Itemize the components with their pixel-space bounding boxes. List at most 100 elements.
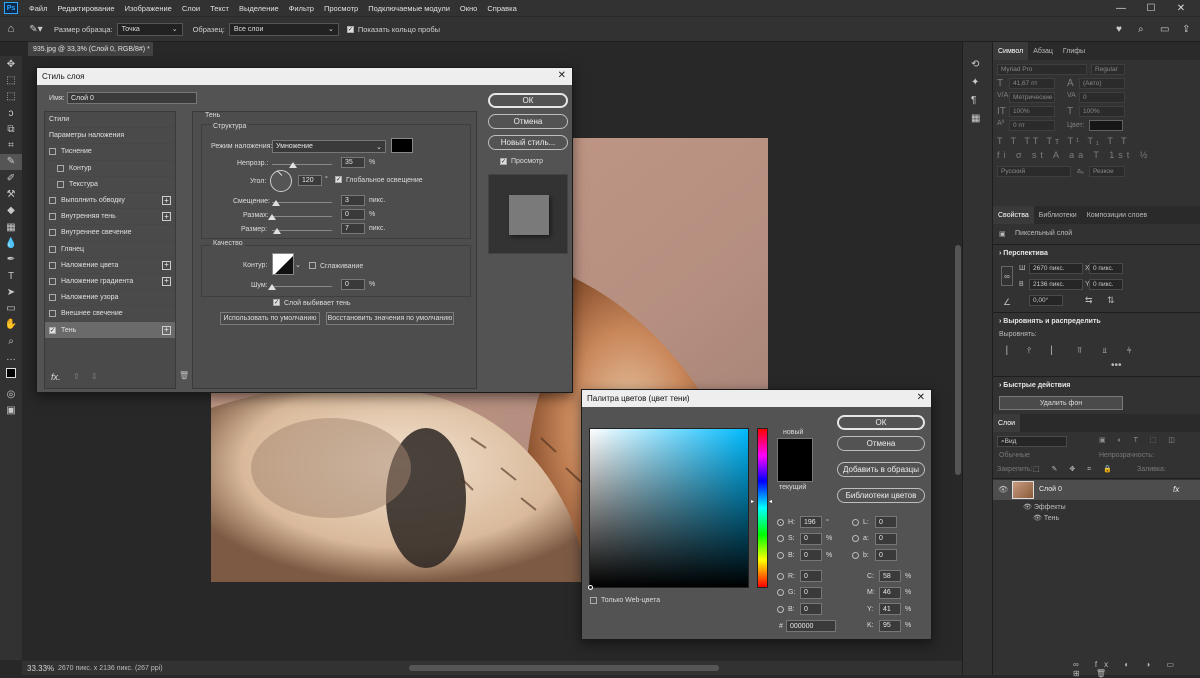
- shadow-effect-row[interactable]: 👁 Тень: [1033, 514, 1059, 522]
- cancel-button[interactable]: Отмена: [837, 436, 925, 451]
- leading-field[interactable]: (Авто): [1079, 78, 1125, 89]
- vertical-scrollbar[interactable]: [955, 245, 961, 475]
- style-item-checkbox[interactable]: [49, 261, 56, 269]
- add-style-icon[interactable]: +: [162, 196, 171, 206]
- menu-item[interactable]: Справка: [482, 4, 521, 13]
- spread-field[interactable]: 0: [341, 209, 365, 220]
- size-field[interactable]: 7: [341, 223, 365, 234]
- artboard-tool-icon[interactable]: ⬚: [0, 72, 22, 88]
- stamp-tool-icon[interactable]: ⚒: [0, 186, 22, 202]
- crop-tool-icon[interactable]: ⌗: [0, 137, 22, 153]
- home-icon[interactable]: ⌂: [0, 23, 22, 35]
- sample-size-select[interactable]: Точка ⌄: [116, 22, 183, 36]
- tab-paragraph[interactable]: Абзац: [1028, 42, 1058, 60]
- style-item[interactable]: Текстура: [45, 177, 175, 193]
- style-item-checkbox[interactable]: [57, 180, 64, 188]
- minimize-icon[interactable]: —: [1106, 0, 1136, 16]
- quick-mask-icon[interactable]: ◎: [0, 386, 22, 402]
- effects-row[interactable]: 👁 Эффекты: [1023, 503, 1066, 511]
- tab-character[interactable]: Символ: [993, 42, 1029, 60]
- history-icon[interactable]: ⟲: [971, 56, 992, 74]
- lab-radio[interactable]: [852, 535, 859, 543]
- shadow-color-swatch[interactable]: [391, 138, 413, 153]
- style-item-checkbox[interactable]: [49, 213, 56, 221]
- style-item-checkbox[interactable]: ✓: [49, 326, 56, 334]
- reset-default-button[interactable]: Восстановить значения по умолчанию: [326, 312, 454, 325]
- styles-header[interactable]: Стили: [45, 112, 175, 129]
- style-item-checkbox[interactable]: [57, 164, 64, 172]
- color-libraries-button[interactable]: Библиотеки цветов: [837, 488, 925, 503]
- add-style-icon[interactable]: +: [162, 260, 171, 270]
- path-select-tool-icon[interactable]: ➤: [0, 284, 22, 300]
- more-tools-icon[interactable]: …: [0, 349, 22, 365]
- hue-slider[interactable]: [757, 428, 768, 588]
- search-icon[interactable]: ⌕: [1138, 24, 1144, 35]
- eye-icon[interactable]: 👁: [998, 485, 1008, 494]
- style-item[interactable]: Наложение цвета +: [45, 258, 175, 274]
- opentype-buttons[interactable]: fi σ st A aa T 1st ½: [997, 150, 1151, 160]
- grid-icon[interactable]: ▦: [971, 110, 992, 128]
- spread-slider[interactable]: [272, 216, 332, 217]
- rgb-radio[interactable]: [777, 589, 784, 597]
- cmyk-field[interactable]: 58: [879, 570, 901, 583]
- flip-buttons[interactable]: ⇆ ⇅: [1085, 295, 1121, 306]
- new-style-button[interactable]: Новый стиль...: [488, 135, 568, 150]
- style-item[interactable]: Внутреннее свечение: [45, 225, 175, 242]
- horizontal-scale-field[interactable]: 100%: [1079, 106, 1125, 117]
- link-icon[interactable]: ∞: [1001, 266, 1013, 286]
- fx-icon[interactable]: fx: [1173, 485, 1179, 494]
- blend-mode-select[interactable]: Обычные: [999, 452, 1030, 459]
- eyedropper-tool-icon[interactable]: ✎: [0, 153, 22, 171]
- remove-background-button[interactable]: Удалить фон: [999, 396, 1123, 410]
- show-ring-checkbox[interactable]: ✓: [346, 25, 354, 33]
- shape-tool-icon[interactable]: ▭: [0, 300, 22, 316]
- object-select-tool-icon[interactable]: ⧉: [0, 121, 22, 137]
- layers-bottom-buttons[interactable]: ∞ fx ◐ ◑ ▭ ⊞ 🗑: [1073, 660, 1200, 678]
- menu-item[interactable]: Текст: [205, 4, 234, 13]
- add-style-icon[interactable]: +: [162, 276, 171, 286]
- fx-menu-button[interactable]: fx.: [51, 372, 61, 382]
- rgb-radio[interactable]: [777, 572, 784, 580]
- tab-glyphs[interactable]: Глифы: [1058, 42, 1090, 60]
- lab-field[interactable]: 0: [875, 532, 897, 545]
- style-item-checkbox[interactable]: [49, 294, 56, 302]
- font-family-select[interactable]: Myriad Pro: [997, 64, 1087, 75]
- size-slider[interactable]: [272, 230, 332, 231]
- distance-field[interactable]: 3: [341, 195, 365, 206]
- hsb-radio[interactable]: [777, 551, 784, 559]
- tab-properties[interactable]: Свойства: [993, 206, 1034, 224]
- blend-mode-select[interactable]: Умножение ⌄: [272, 140, 386, 153]
- rgb-field[interactable]: 0: [800, 603, 822, 616]
- workspace-icon[interactable]: ▭: [1160, 24, 1169, 35]
- style-item[interactable]: Наложение градиента +: [45, 274, 175, 291]
- menu-item[interactable]: Слои: [177, 4, 205, 13]
- kerning-field[interactable]: Метрические: [1009, 92, 1055, 103]
- style-item-checkbox[interactable]: [49, 229, 56, 237]
- gradient-tool-icon[interactable]: ▦: [0, 219, 22, 235]
- quick-actions-title[interactable]: › Быстрые действия: [993, 382, 1076, 389]
- color-field-cursor[interactable]: [588, 585, 593, 590]
- hsb-field[interactable]: 196: [800, 516, 822, 529]
- add-to-swatches-button[interactable]: Добавить в образцы: [837, 462, 925, 477]
- style-item[interactable]: Выполнить обводку +: [45, 193, 175, 210]
- share-icon[interactable]: ⇪: [1182, 24, 1190, 35]
- layer-name-field[interactable]: Слой 0: [67, 92, 197, 104]
- layer-row[interactable]: 👁 Слой 0 fx: [993, 480, 1200, 500]
- foreground-color-swatch[interactable]: [6, 367, 16, 378]
- hue-slider-thumb-left[interactable]: ▸: [751, 498, 754, 505]
- lightbulb-icon[interactable]: ♥: [1116, 24, 1122, 35]
- move-down-icon[interactable]: ⇩: [91, 372, 98, 381]
- cmyk-field[interactable]: 95: [879, 619, 901, 632]
- move-tool-icon[interactable]: ✥: [0, 56, 22, 72]
- y-field[interactable]: 0 пикс.: [1089, 279, 1123, 290]
- hue-slider-thumb-right[interactable]: ◂: [769, 498, 772, 505]
- rgb-field[interactable]: 0: [800, 570, 822, 583]
- close-icon[interactable]: ✕: [917, 392, 925, 403]
- hsb-field[interactable]: 0: [800, 549, 822, 562]
- lab-field[interactable]: 0: [875, 549, 897, 562]
- ok-button[interactable]: ОК: [837, 415, 925, 430]
- contour-preview[interactable]: [272, 253, 294, 275]
- opacity-slider[interactable]: [272, 164, 332, 165]
- language-select[interactable]: Русский: [997, 166, 1071, 177]
- lab-radio[interactable]: [852, 518, 859, 526]
